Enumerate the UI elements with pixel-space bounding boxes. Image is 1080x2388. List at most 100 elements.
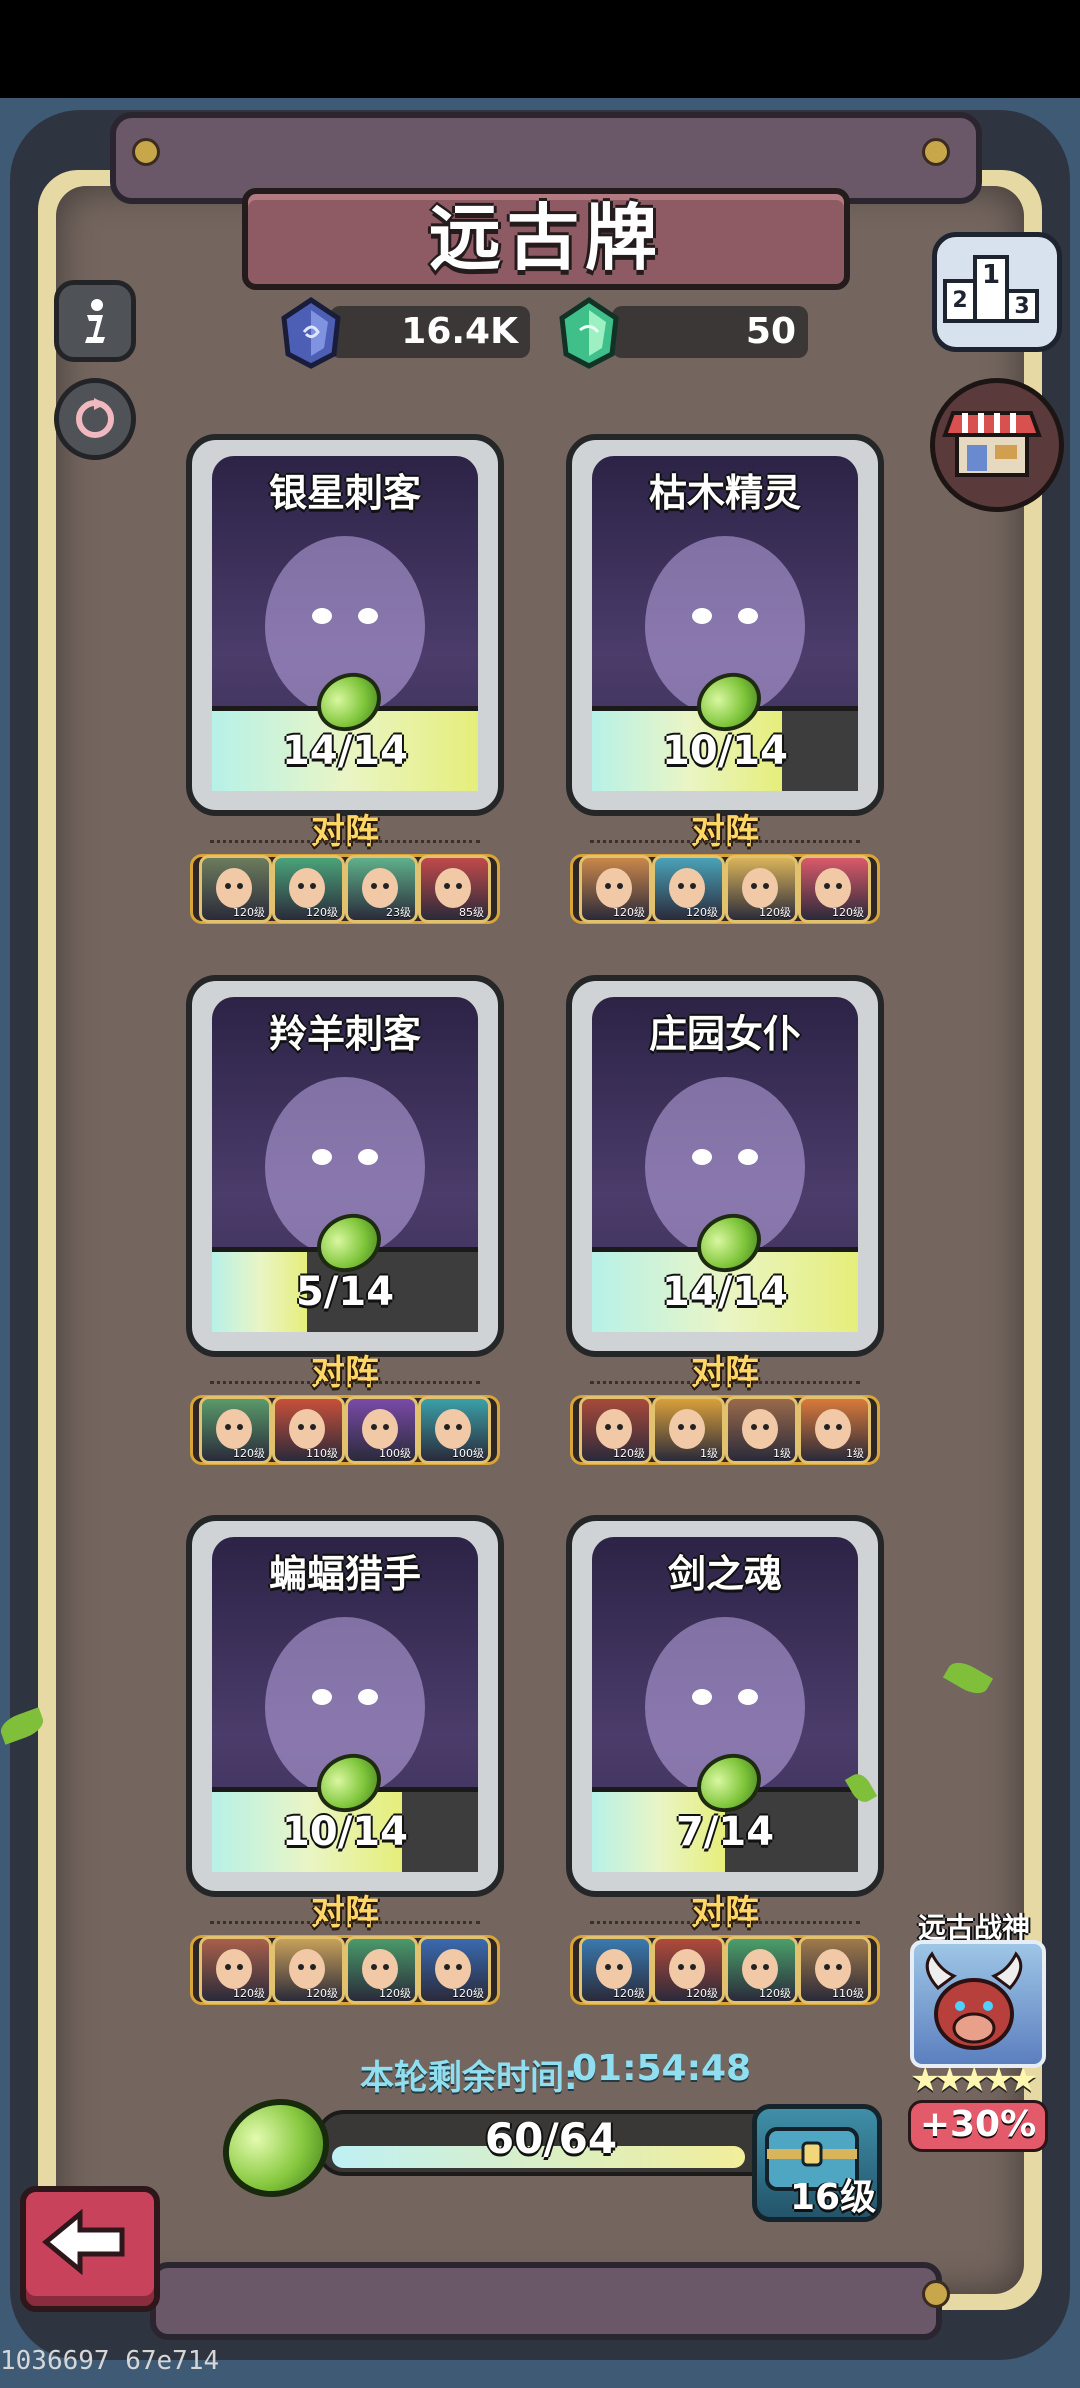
currency-value-blue: 16.4K [401,311,518,352]
opponent-level: 120级 [686,906,718,919]
opponent-level: 120级 [686,1987,718,2000]
dotted-divider [590,1921,860,1924]
hero-card-name: 蝙蝠猎手 [268,1552,421,1596]
hero-card-name: 银星刺客 [268,471,421,515]
timer-value: 01:54:48 [572,2048,752,2089]
rivet [922,2280,950,2308]
opponent-row: 120级 120级 120级 120级 [570,854,880,924]
opponent-hero[interactable]: 110级 [272,1396,345,1464]
blue-crystal-icon [281,296,341,369]
opponent-hero[interactable]: 1级 [725,1396,798,1464]
debug-id-text: 1036697 67e714 [0,2346,220,2376]
opponent-hero[interactable]: 120级 [272,1936,345,2004]
opponent-hero[interactable]: 120级 [199,1936,272,2004]
hero-card[interactable]: 庄园女仆 14/14 [566,975,884,1357]
opponent-hero[interactable]: 85级 [418,855,491,923]
opponent-level: 85级 [459,906,484,919]
opponent-level: 1级 [773,1447,791,1460]
rivet [922,138,950,166]
vs-label: 对阵 [691,1353,759,1393]
dotted-divider [210,840,480,843]
hero-card[interactable]: 蝙蝠猎手 10/14 [186,1515,504,1897]
opponent-level: 120级 [613,1447,645,1460]
opponent-level: 120级 [759,1987,791,2000]
vs-label: 对阵 [691,812,759,852]
refresh-button[interactable] [54,378,136,460]
opponent-level: 120级 [452,1987,484,2000]
back-arrow-icon [42,2208,125,2276]
opponent-hero[interactable]: 120级 [579,1396,652,1464]
hero-card-name: 剑之魂 [667,1552,782,1596]
opponent-hero[interactable]: 120级 [272,855,345,923]
info-button[interactable] [54,280,136,362]
opponent-row: 120级 120级 120级 110级 [570,1935,880,2005]
status-bar-area [0,0,1080,98]
opponent-level: 1级 [700,1447,718,1460]
green-crystal-icon [559,296,619,369]
opponent-hero[interactable]: 1级 [652,1396,725,1464]
opponent-level: 110级 [832,1987,864,2000]
bottom-plate [150,2262,942,2340]
opponent-hero[interactable]: 120级 [579,855,652,923]
opponent-hero[interactable]: 120级 [798,855,871,923]
dotted-divider [210,1921,480,1924]
hero-card-name: 枯木精灵 [648,471,801,515]
svg-text:3: 3 [1014,294,1029,319]
opponent-hero[interactable]: 120级 [652,855,725,923]
opponent-hero[interactable]: 120级 [199,855,272,923]
opponent-level: 120级 [306,1987,338,2000]
opponent-hero[interactable]: 120级 [652,1936,725,2004]
back-button[interactable] [20,2186,160,2312]
dotted-divider [210,1381,480,1384]
hero-card[interactable]: 剑之魂 7/14 [566,1515,884,1897]
refresh-icon [76,398,114,438]
opponent-hero[interactable]: 100级 [345,1396,418,1464]
opponent-row: 120级 120级 120级 120级 [190,1935,500,2005]
minotaur-portrait-icon [925,1951,1023,2050]
opponent-hero[interactable]: 120级 [418,1936,491,2004]
opponent-row: 120级 120级 23级 85级 [190,854,500,924]
ranking-button[interactable]: 1 2 3 [932,232,1062,352]
opponent-hero[interactable]: 100级 [418,1396,491,1464]
opponent-level: 120级 [613,906,645,919]
hero-card[interactable]: 银星刺客 14/14 [186,434,504,816]
opponent-level: 110级 [306,1447,338,1460]
opponent-hero[interactable]: 120级 [199,1396,272,1464]
god-portrait[interactable] [910,1940,1046,2068]
hero-card-name: 庄园女仆 [648,1012,801,1056]
opponent-hero[interactable]: 110级 [798,1936,871,2004]
opponent-level: 23级 [386,906,411,919]
opponent-level: 120级 [759,906,791,919]
dotted-divider [590,840,860,843]
vs-label: 对阵 [691,1893,759,1933]
total-progress-text: 60/64 [484,2114,618,2163]
opponent-hero[interactable]: 120级 [725,855,798,923]
page-title: 远古牌 [428,196,663,280]
god-stars: ★★★★★ [910,2060,1038,2100]
vs-label: 对阵 [311,1353,379,1393]
chest-level-text: 16级 [790,2177,877,2218]
currency-value-green: 50 [745,311,796,352]
opponent-hero[interactable]: 1级 [798,1396,871,1464]
opponent-level: 100级 [379,1447,411,1460]
opponent-level: 120级 [306,906,338,919]
opponent-level: 100级 [452,1447,484,1460]
opponent-hero[interactable]: 120级 [725,1936,798,2004]
opponent-level: 120级 [832,906,864,919]
opponent-level: 120级 [233,1447,265,1460]
opponent-hero[interactable]: 120级 [579,1936,652,2004]
podium-icon: 1 2 3 [943,255,1039,323]
hero-card[interactable]: 羚羊刺客 5/14 [186,975,504,1357]
opponent-level: 120级 [233,1987,265,2000]
dotted-divider [590,1381,860,1384]
rivet [132,138,160,166]
opponent-hero[interactable]: 23级 [345,855,418,923]
opponent-level: 1级 [846,1447,864,1460]
hero-card[interactable]: 枯木精灵 10/14 [566,434,884,816]
opponent-hero[interactable]: 120级 [345,1936,418,2004]
opponent-level: 120级 [613,1987,645,2000]
shop-icon [942,411,1042,477]
vs-label: 对阵 [311,812,379,852]
vs-label: 对阵 [311,1893,379,1933]
shop-button[interactable] [930,378,1064,512]
